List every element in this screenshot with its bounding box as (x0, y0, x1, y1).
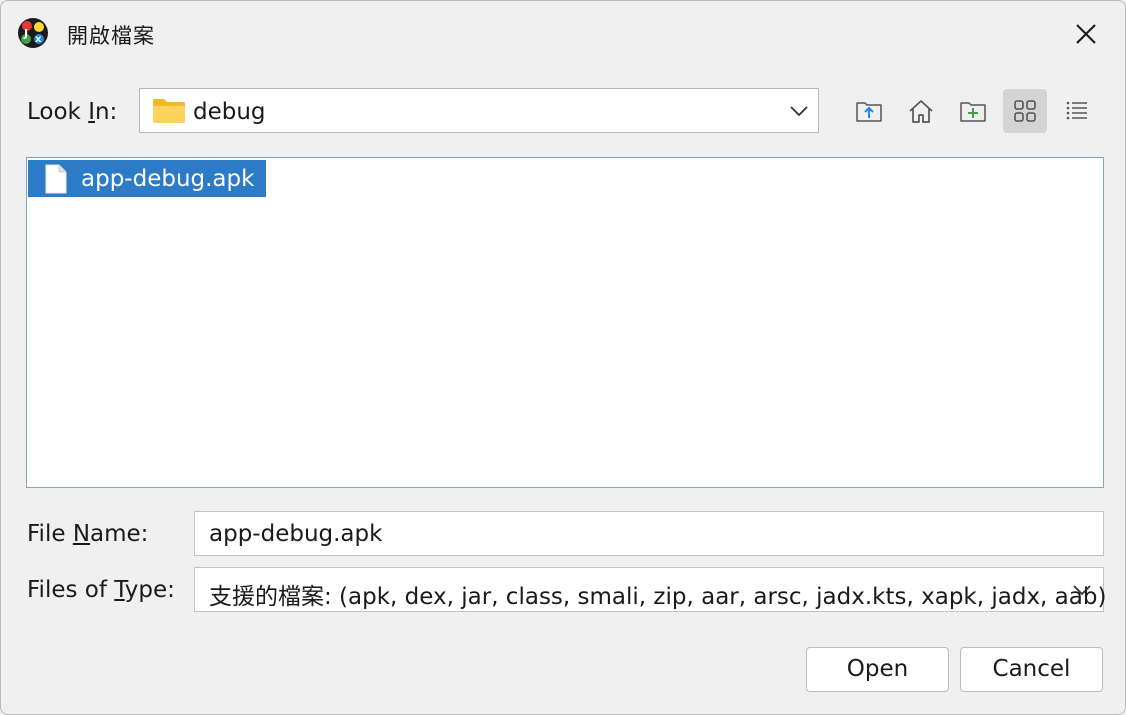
new-folder-icon (960, 102, 986, 122)
home-icon (909, 100, 933, 123)
list-view-icon (1066, 101, 1087, 120)
list-view-button[interactable] (1055, 89, 1099, 133)
file-name-label: File Name: (27, 521, 149, 547)
file-name-input[interactable]: app-debug.apk (194, 511, 1104, 556)
cancel-button[interactable]: Cancel (960, 647, 1103, 692)
open-button[interactable]: Open (806, 647, 949, 692)
look-in-label: Look In: (27, 99, 118, 125)
look-in-dropdown[interactable]: debug (139, 88, 819, 133)
title-bar: J x 開啟檔案 (1, 1, 1125, 67)
up-folder-icon (856, 102, 882, 122)
home-button[interactable] (899, 89, 943, 133)
chevron-down-icon (790, 106, 808, 117)
file-item-app-debug-apk[interactable]: app-debug.apk (28, 160, 266, 197)
file-list[interactable]: app-debug.apk (26, 157, 1104, 488)
look-in-value: debug (193, 99, 266, 125)
folder-icon (153, 99, 185, 123)
svg-text:J: J (23, 27, 28, 40)
chevron-down-icon (1073, 585, 1091, 596)
jadx-app-icon: J x (18, 18, 48, 48)
svg-text:x: x (35, 34, 42, 45)
up-one-level-button[interactable] (847, 89, 891, 133)
new-folder-button[interactable] (951, 89, 995, 133)
open-file-dialog: J x 開啟檔案 Look In: debug app-debug.apk Fi… (0, 0, 1126, 715)
grid-view-button[interactable] (1003, 89, 1047, 133)
dialog-title: 開啟檔案 (67, 24, 155, 48)
grid-view-icon (1014, 100, 1036, 122)
close-icon[interactable] (1071, 19, 1101, 49)
files-of-type-dropdown[interactable]: 支援的檔案: (apk, dex, jar, class, smali, zip… (194, 567, 1107, 612)
files-of-type-label: Files of Type: (27, 577, 175, 603)
file-name-label: app-debug.apk (81, 166, 255, 192)
file-icon (45, 164, 67, 194)
files-of-type-value: 支援的檔案: (apk, dex, jar, class, smali, zip… (209, 584, 1107, 610)
